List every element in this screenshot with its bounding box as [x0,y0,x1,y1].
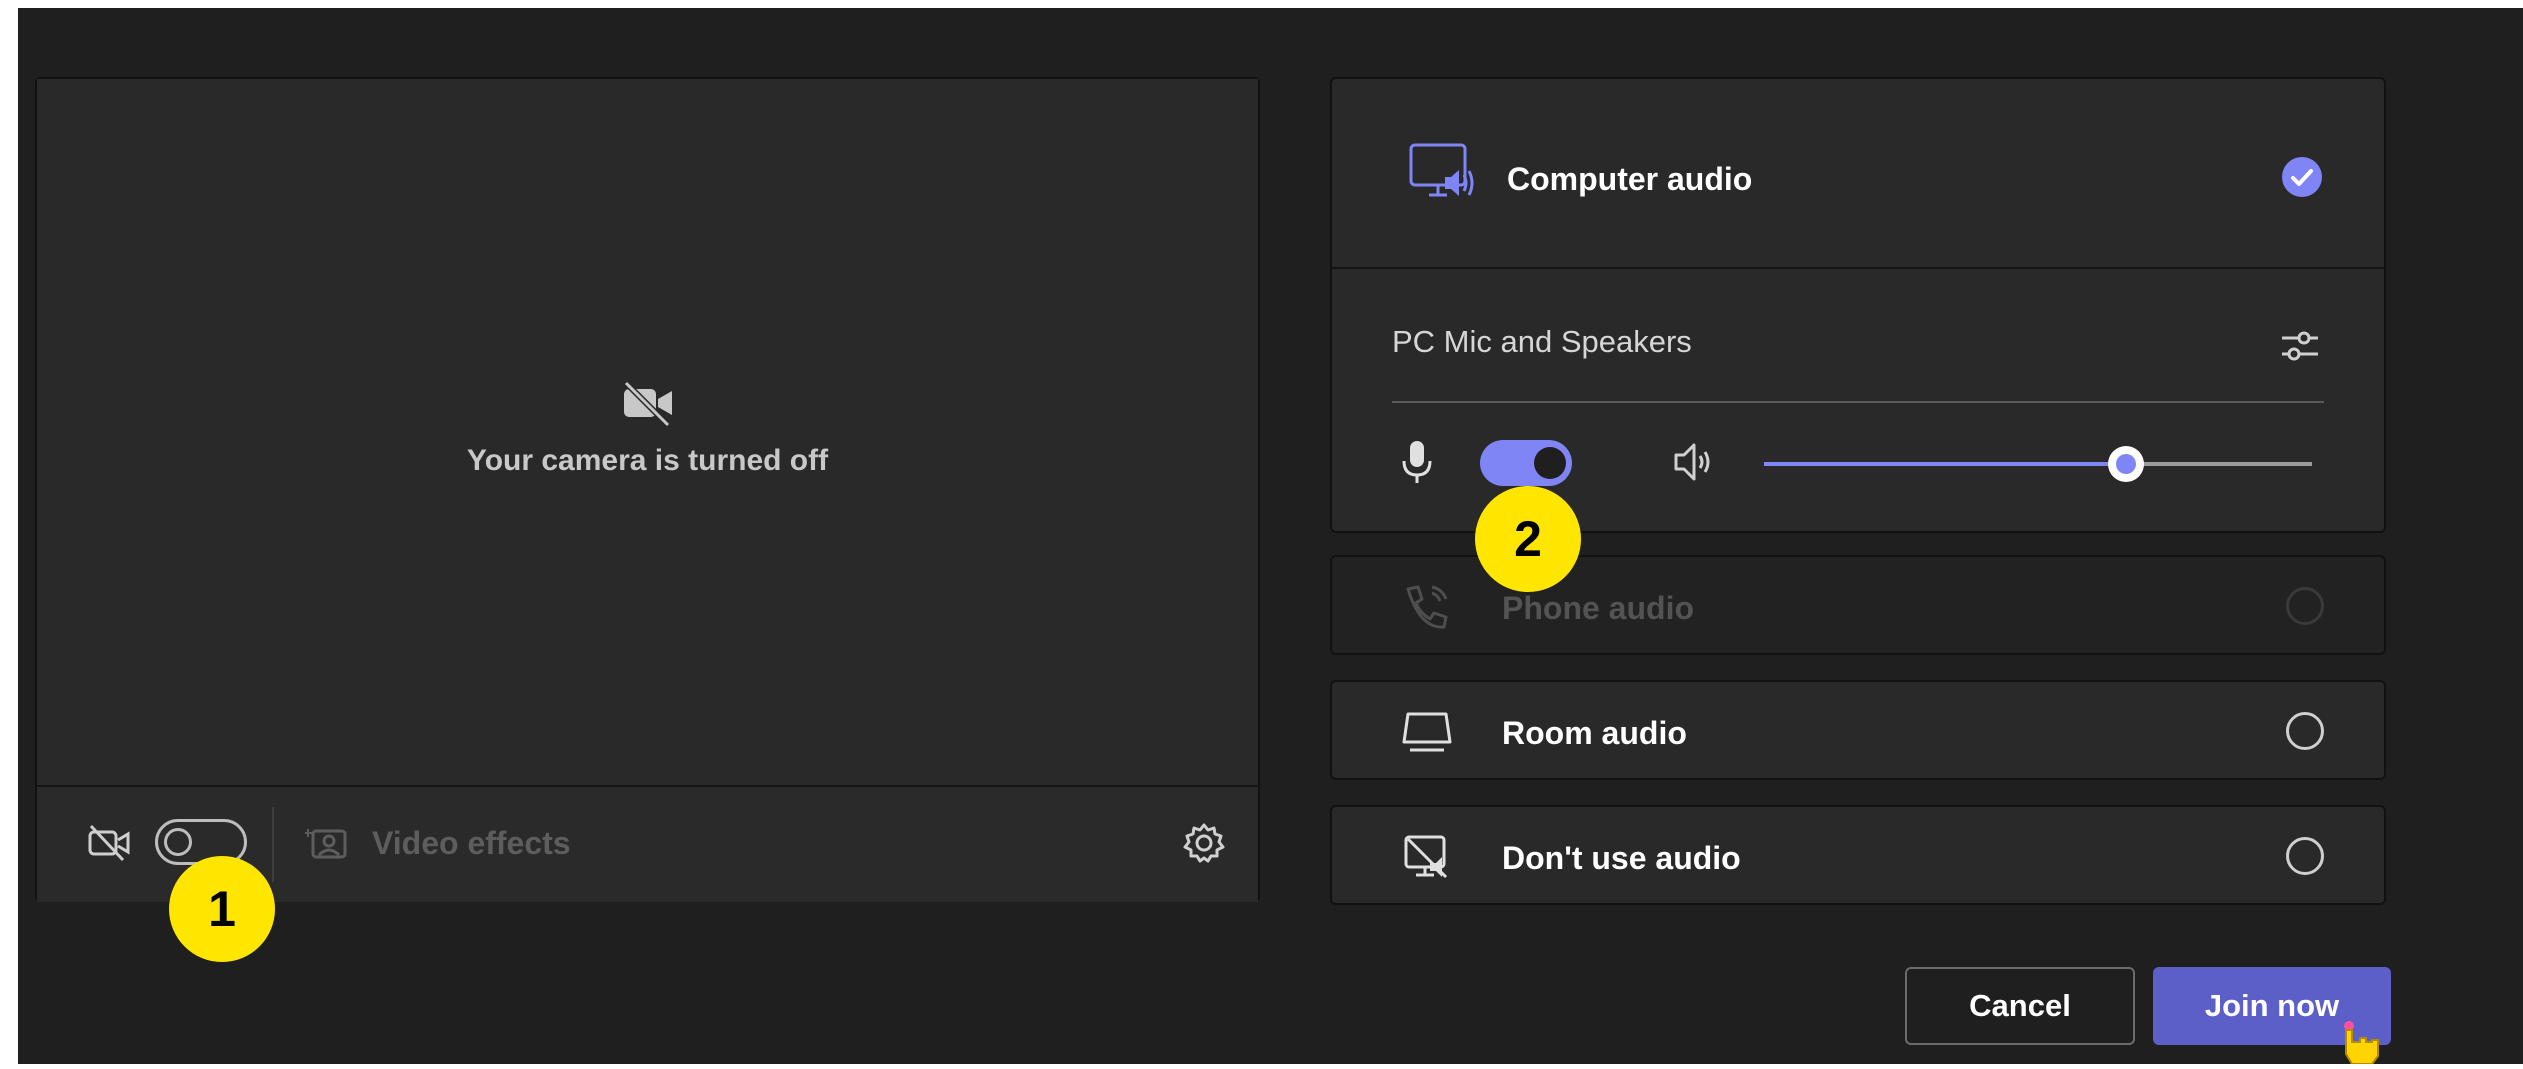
video-effects-icon [304,825,349,861]
camera-off-icon [87,823,131,863]
device-underline [1392,401,2324,403]
computer-audio-panel: Computer audio PC Mic and Speakers [1330,77,2386,533]
video-off-icon [620,379,676,428]
speaker-volume-slider[interactable] [1764,446,2312,482]
audio-device-select[interactable]: PC Mic and Speakers [1392,324,1692,360]
sliders-icon[interactable] [2278,324,2322,368]
room-audio-option[interactable]: Room audio [1330,680,2386,780]
callout-2: 2 [1475,486,1581,592]
microphone-toggle[interactable] [1480,440,1572,486]
monitor-speaker-icon [1407,139,1477,209]
video-preview-area: Your camera is turned off [37,79,1258,785]
microphone-toggle-knob [1534,447,1566,479]
phone-icon [1400,583,1454,633]
no-audio-label: Don't use audio [1502,840,1741,876]
microphone-icon [1400,439,1434,485]
check-circle-icon [2282,157,2322,197]
video-preview-panel: Your camera is turned off Video effects [35,77,1260,902]
video-effects-button[interactable]: Video effects [372,825,571,862]
callout-1: 1 [169,856,275,962]
computer-audio-option[interactable]: Computer audio [1332,79,2384,269]
camera-off-indicator: Your camera is turned off [37,379,1258,478]
hand-pointer-icon [2338,1020,2398,1065]
camera-off-text: Your camera is turned off [466,444,829,477]
computer-audio-label: Computer audio [1507,161,1753,197]
room-audio-label: Room audio [1502,715,1687,751]
no-audio-radio[interactable] [2286,837,2324,875]
room-audio-radio[interactable] [2286,712,2324,750]
cancel-button[interactable]: Cancel [1905,967,2135,1045]
phone-audio-label: Phone audio [1502,590,1694,626]
camera-toggle-knob [164,828,192,856]
room-icon [1400,708,1454,758]
divider [272,807,274,882]
no-audio-icon [1400,833,1454,883]
volume-thumb[interactable] [2107,446,2144,482]
no-audio-option[interactable]: Don't use audio [1330,805,2386,905]
speaker-icon [1672,439,1716,485]
gear-icon[interactable] [1182,821,1226,865]
volume-fill [1764,462,2126,466]
phone-audio-radio[interactable] [2286,587,2324,625]
